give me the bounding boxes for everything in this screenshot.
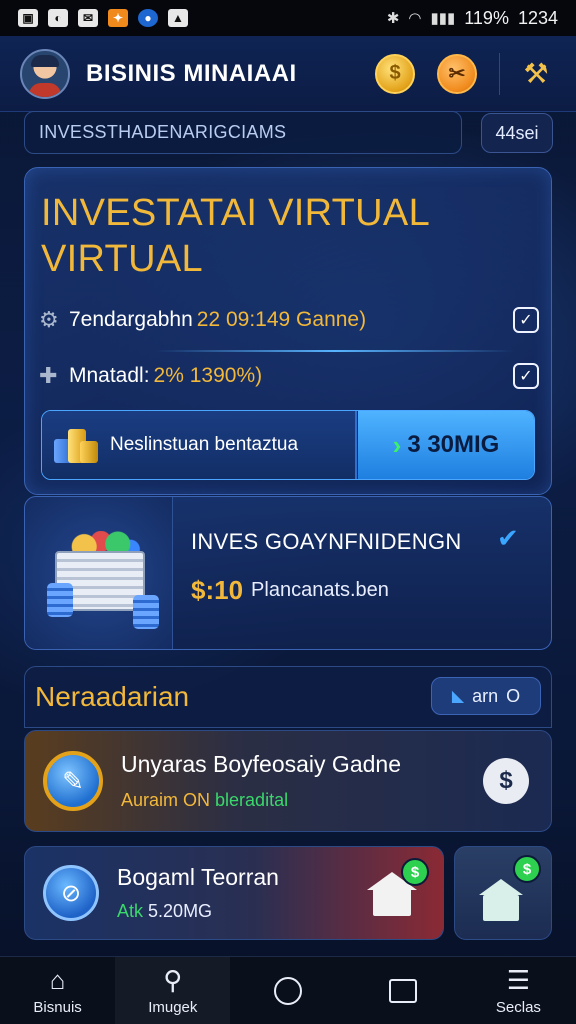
- search-input[interactable]: INVESSTHADENARIGCIAMS: [24, 111, 462, 154]
- nav-item-search[interactable]: ⚲ Imugek: [115, 957, 231, 1024]
- wifi-icon: ◠: [408, 10, 422, 27]
- nav-item-home-system[interactable]: [230, 957, 345, 1024]
- app-title: BISINIS MINAIAAI: [86, 59, 297, 87]
- property-card[interactable]: ⊘ Bogaml Teorran Atk 5.20MG $: [24, 846, 444, 940]
- blue-app-icon: ●: [138, 9, 158, 27]
- orange-app-icon: ✦: [108, 9, 128, 27]
- filter-chip[interactable]: 44sei: [481, 113, 553, 153]
- dollar-button[interactable]: $: [483, 758, 529, 804]
- property-name: Bogaml Teorran: [117, 864, 279, 890]
- shield-check-icon: ✔: [497, 523, 519, 553]
- game-subtitle: Auraim ON bleradital: [121, 790, 483, 811]
- mail-icon: ✉: [78, 9, 98, 27]
- goal-amount: $:10: [191, 575, 244, 605]
- gallery-icon: ▣: [18, 9, 38, 27]
- stat-value: 2% 1390%): [153, 364, 263, 387]
- nav-item-home[interactable]: ⌂ Bisnuis: [0, 957, 115, 1024]
- dollar-badge: $: [513, 855, 541, 883]
- see-more-button[interactable]: ◣ arn O: [431, 677, 541, 715]
- nav-label: Bisnuis: [33, 999, 82, 1016]
- stat-value: 22 09:149 Ganne): [196, 308, 367, 331]
- investment-progress[interactable]: Neslinstuan bentaztua › 3 30MIG: [41, 410, 535, 480]
- treasure-chest-image: [25, 497, 173, 649]
- see-more-label: arn: [472, 685, 499, 706]
- invest-title-line2: VIRTUAL: [41, 238, 203, 280]
- house-chart-icon: [479, 877, 523, 921]
- arrow-icon: ◣: [451, 688, 465, 705]
- goal-subtitle: Plancanats.ben: [251, 579, 389, 601]
- nav-item-settings[interactable]: ☰ Seclas: [461, 957, 576, 1024]
- clock: 1234: [517, 7, 558, 28]
- game-icon: ✎: [43, 751, 103, 811]
- coin-icon[interactable]: $: [375, 53, 415, 94]
- search-icon: ⚲: [163, 965, 183, 995]
- bluetooth-icon: ✱: [386, 10, 400, 27]
- property-subtitle: Atk 5.20MG: [117, 901, 367, 922]
- nav-label: Seclas: [495, 999, 541, 1016]
- menu-icon: ☰: [506, 965, 531, 995]
- nav-item-recents[interactable]: [346, 957, 461, 1024]
- section-header: Neraadarian ◣ arn O: [24, 666, 552, 728]
- header-divider: [499, 52, 500, 95]
- photo-icon: ▲: [168, 9, 188, 27]
- invest-title: INVESTATAI VIRTUAL VIRTUAL: [41, 190, 461, 282]
- checkbox-rate[interactable]: ✓: [513, 363, 539, 389]
- checkbox-schedule[interactable]: ✓: [513, 307, 539, 333]
- invest-action-button[interactable]: › 3 30MIG: [358, 411, 534, 479]
- gear-icon: ⚙: [39, 307, 59, 332]
- avatar[interactable]: [20, 48, 70, 99]
- toggle-icon: O: [506, 685, 521, 706]
- stat-label: 7endargabhn: [69, 308, 193, 331]
- game-card[interactable]: ✎ Unyaras Boyfeosaiy Gadne Auraim ON ble…: [24, 730, 552, 832]
- divider: [155, 350, 515, 352]
- puzzle-icon: ✚: [39, 363, 58, 388]
- dollar-badge: $: [401, 858, 429, 886]
- square-icon: [389, 978, 418, 1003]
- invest-title-line1: INVESTATAI VIRTUAL: [41, 192, 430, 234]
- bottom-navigation: ⌂ Bisnuis ⚲ Imugek ☰ Seclas: [0, 956, 576, 1024]
- section-title: Neraadarian: [35, 681, 190, 712]
- house-icon: $: [367, 858, 429, 918]
- stat-row-rate: ✚ Mnatadl: 2% 1390%) ✓: [39, 354, 539, 398]
- nav-label: Imugek: [148, 999, 198, 1016]
- link-icon: ⊘: [43, 865, 99, 921]
- invest-action-label: 3 30MIG: [407, 431, 500, 458]
- app-icon: ◐: [48, 9, 68, 27]
- status-bar-system: ✱ ◠ ▮▮▮ 119% 1234: [387, 8, 558, 29]
- progress-label: Neslinstuan bentaztua: [110, 434, 299, 455]
- home-icon: ⌂: [49, 965, 66, 995]
- property-sub-tag: Atk: [117, 901, 144, 921]
- goal-card[interactable]: INVES GOAYNFNIDENGN $:10 Plancanats.ben …: [24, 496, 552, 650]
- game-sub-status: Auraim ON: [121, 790, 211, 810]
- arrow-right-icon: ›: [392, 429, 402, 460]
- status-bar-notifications: ▣ ◐ ✉ ✦ ● ▲: [18, 9, 188, 27]
- game-sub-tag: bleradital: [215, 790, 289, 810]
- status-bar: ▣ ◐ ✉ ✦ ● ▲ ✱ ◠ ▮▮▮ 119% 1234: [0, 0, 576, 36]
- battery-level: 119%: [464, 7, 509, 28]
- coins-icon: [54, 425, 98, 465]
- property-sub-value: 5.20MG: [148, 901, 213, 921]
- tools-icon[interactable]: ✂: [437, 53, 477, 94]
- property-mini-card[interactable]: $: [454, 846, 552, 940]
- circle-icon: [274, 976, 302, 1005]
- stat-row-schedule: ⚙ 7endargabhn 22 09:149 Ganne) ✓: [39, 298, 539, 342]
- stat-label: Mnatadl:: [69, 364, 150, 387]
- app-header: BISINIS MINAIAAI $ ✂ ⚒: [0, 36, 576, 112]
- signal-icon: ▮▮▮: [430, 10, 456, 27]
- game-name: Unyaras Boyfeosaiy Gadne: [121, 751, 401, 777]
- magic-wand-icon[interactable]: ⚒: [516, 54, 556, 94]
- invest-card: INVESTATAI VIRTUAL VIRTUAL ⚙ 7endargabhn…: [24, 167, 552, 495]
